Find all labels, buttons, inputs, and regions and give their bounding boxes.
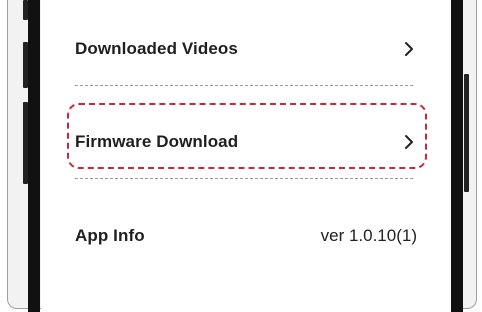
chevron-right-icon: [401, 41, 417, 57]
chevron-right-icon: [401, 134, 417, 150]
settings-item-app-info[interactable]: App Info ver 1.0.10(1): [75, 223, 417, 249]
settings-item-label: Downloaded Videos: [75, 39, 238, 58]
divider: [75, 178, 413, 179]
divider: [75, 85, 413, 86]
settings-item-label: Firmware Download: [75, 132, 239, 151]
app-version-value: ver 1.0.10(1): [320, 226, 417, 245]
phone-bezel-left: [28, 0, 40, 312]
settings-item-downloaded-videos[interactable]: Downloaded Videos: [75, 36, 417, 62]
settings-screen: Downloaded Videos Firmware Download App …: [41, 0, 451, 312]
phone-side-button: [464, 74, 469, 192]
settings-item-firmware-download[interactable]: Firmware Download: [75, 129, 417, 155]
phone-bezel-right: [451, 0, 463, 312]
settings-item-label: App Info: [75, 226, 145, 245]
